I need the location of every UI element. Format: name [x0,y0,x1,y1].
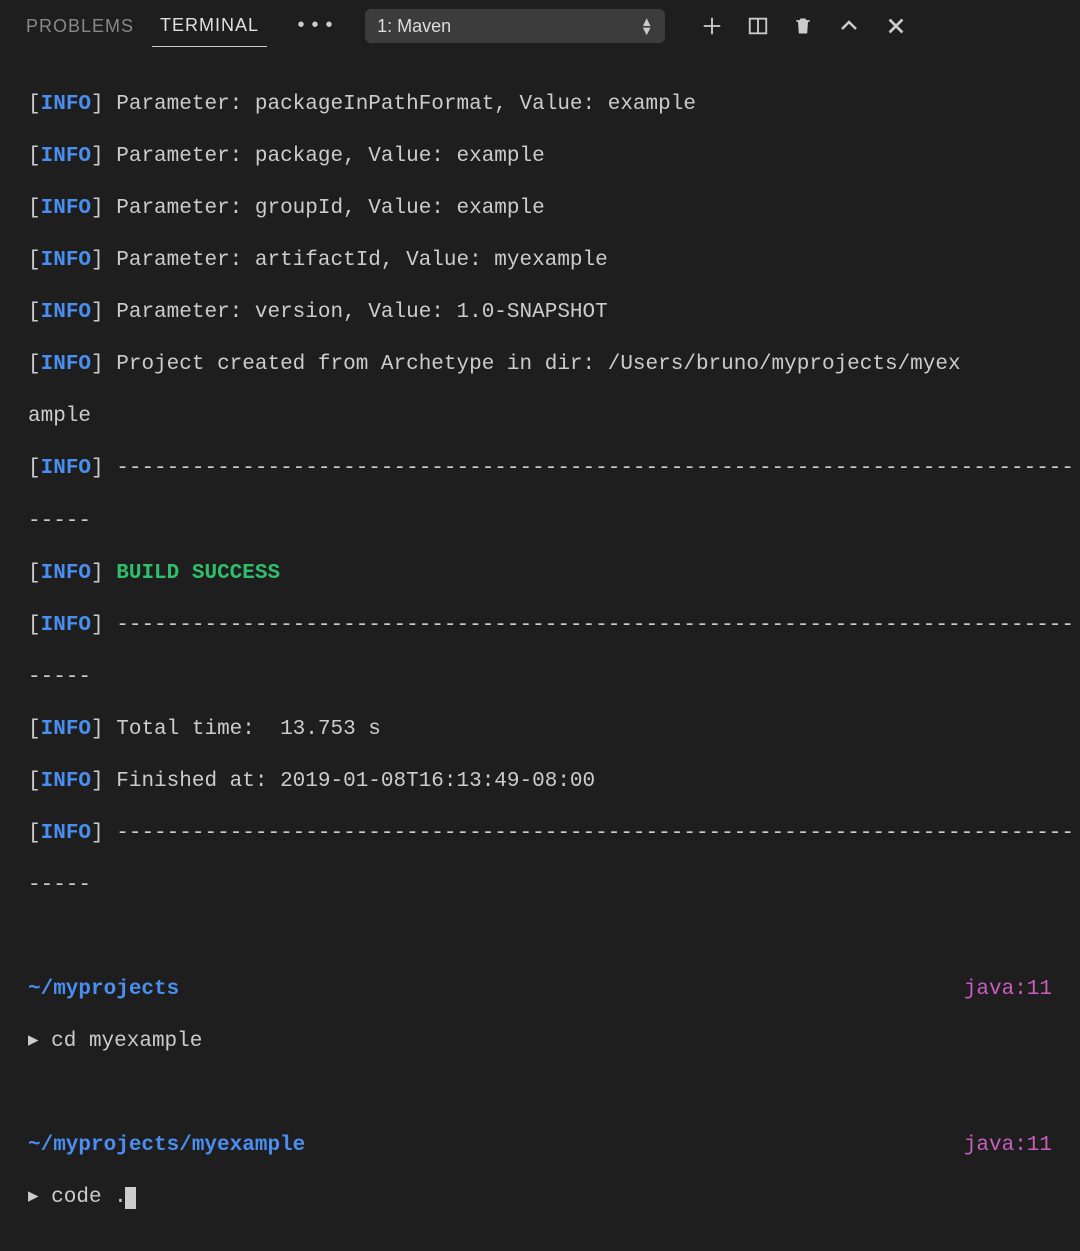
log-line: [INFO] Parameter: package, Value: exampl… [28,144,1052,170]
log-line: [INFO] Parameter: version, Value: 1.0-SN… [28,300,1052,326]
log-line: [INFO] Parameter: groupId, Value: exampl… [28,196,1052,222]
log-line: [INFO] ---------------------------------… [28,821,1052,847]
command-line: ▸ cd myexample [28,1029,1052,1055]
terminal-output[interactable]: [INFO] Parameter: packageInPathFormat, V… [0,52,1080,1251]
log-line: ----- [28,665,1052,691]
cursor-icon [125,1187,136,1209]
log-line: [INFO] Finished at: 2019-01-08T16:13:49-… [28,769,1052,795]
terminal-selector-label: 1: Maven [377,16,451,37]
log-line: [INFO] Project created from Archetype in… [28,352,1052,378]
trash-icon[interactable] [793,15,813,37]
tab-problems[interactable]: PROBLEMS [18,6,142,47]
terminal-selector[interactable]: 1: Maven ▲▼ [365,9,665,43]
log-line: ----- [28,509,1052,535]
close-icon[interactable] [885,15,907,37]
log-line: ----- [28,873,1052,899]
log-line: [INFO] ---------------------------------… [28,456,1052,482]
log-line: [INFO] Total time: 13.753 s [28,717,1052,743]
log-line: ample [28,404,1052,430]
more-icon[interactable]: ••• [277,15,355,38]
new-terminal-icon[interactable] [701,15,723,37]
log-line: [INFO] Parameter: artifactId, Value: mye… [28,248,1052,274]
log-line: [INFO] Parameter: packageInPathFormat, V… [28,92,1052,118]
log-line: [INFO] BUILD SUCCESS [28,561,1052,587]
select-chevrons-icon: ▲▼ [640,17,653,35]
log-line: [INFO] ---------------------------------… [28,613,1052,639]
tab-terminal[interactable]: TERMINAL [152,5,267,47]
prompt-line: ~/myprojects/myexamplejava:11 [28,1133,1052,1159]
chevron-up-icon[interactable] [837,14,861,38]
command-line: ▸ code . [28,1185,1052,1211]
prompt-line: ~/myprojectsjava:11 [28,977,1052,1003]
split-terminal-icon[interactable] [747,15,769,37]
